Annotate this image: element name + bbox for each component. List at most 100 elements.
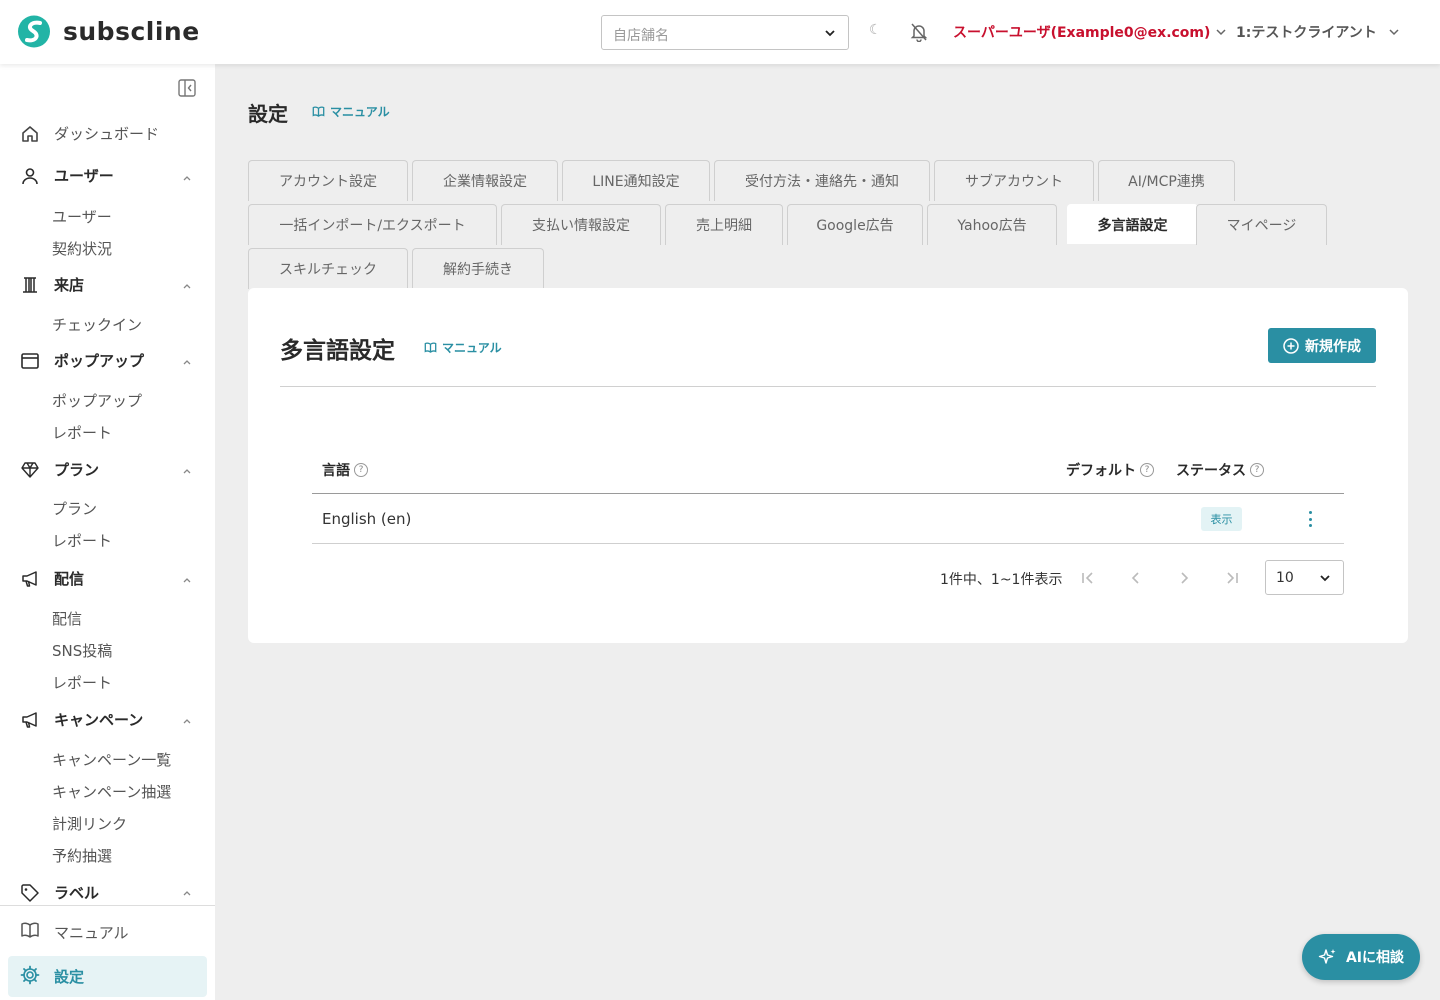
card-title: 多言語設定 xyxy=(280,338,395,364)
sidebar-group-label: 来店 xyxy=(54,276,85,294)
tab-line-notification[interactable]: LINE通知設定 xyxy=(562,160,710,201)
chevron-up-icon[interactable] xyxy=(181,172,193,184)
tab-ai-mcp[interactable]: AI/MCP連携 xyxy=(1098,160,1235,201)
tag-icon xyxy=(20,883,40,903)
sidebar-item-delivery[interactable]: 配信 xyxy=(52,608,82,629)
sidebar-group-label: ラベル xyxy=(54,884,100,902)
first-page-icon[interactable] xyxy=(1079,569,1097,587)
prev-page-icon[interactable] xyxy=(1127,569,1145,587)
moon-icon[interactable]: ☾ xyxy=(869,22,882,38)
logo-mark-icon xyxy=(18,15,50,48)
tab-cancellation[interactable]: 解約手続き xyxy=(412,248,544,289)
sidebar-item-manual[interactable]: マニュアル xyxy=(20,920,129,944)
sidebar-item-tracking-link[interactable]: 計測リンク xyxy=(52,813,127,834)
row-menu-icon[interactable] xyxy=(1303,509,1317,529)
tab-sales-details[interactable]: 売上明細 xyxy=(665,204,783,245)
sidebar-group-visit[interactable]: 来店 xyxy=(20,274,84,295)
bell-off-icon[interactable] xyxy=(909,22,929,42)
sidebar-item-users[interactable]: ユーザー xyxy=(52,206,112,227)
logo[interactable]: subscline xyxy=(16,15,200,48)
client-menu[interactable]: 1:テストクライアント xyxy=(1236,22,1399,42)
sidebar-collapse-icon[interactable] xyxy=(178,79,196,97)
column-header-label: 言語 xyxy=(322,463,350,479)
tab-google-ads[interactable]: Google広告 xyxy=(787,204,923,245)
megaphone-icon xyxy=(20,569,40,589)
page-manual-link[interactable]: マニュアル xyxy=(312,103,390,120)
sidebar-item-plan[interactable]: プラン xyxy=(52,498,97,519)
sidebar-footer: マニュアル 設定 xyxy=(0,905,215,1000)
manual-link-label: マニュアル xyxy=(442,341,502,355)
tab-bulk-import-export[interactable]: 一括インポート/エクスポート xyxy=(248,204,497,245)
column-header-status[interactable]: ステータス ? xyxy=(1176,460,1264,480)
sidebar-group-popup[interactable]: ポップアップ xyxy=(20,350,144,371)
chevron-up-icon[interactable] xyxy=(181,465,193,477)
chevron-up-icon[interactable] xyxy=(181,887,193,899)
tab-multilingual[interactable]: 多言語設定 xyxy=(1067,204,1198,244)
new-create-button[interactable]: 新規作成 xyxy=(1268,328,1376,363)
table-header-divider xyxy=(312,493,1344,494)
table-row-language[interactable]: English (en) xyxy=(322,510,411,528)
help-icon[interactable]: ? xyxy=(1250,463,1264,477)
column-header-default[interactable]: デフォルト ? xyxy=(1066,460,1154,480)
chevron-up-icon[interactable] xyxy=(181,280,193,292)
sidebar-item-sns-post[interactable]: SNS投稿 xyxy=(52,640,112,661)
window-icon xyxy=(20,351,40,371)
sidebar-group-label[interactable]: ラベル xyxy=(20,882,99,903)
sidebar-item-contract-status[interactable]: 契約状況 xyxy=(52,238,112,259)
store-select-placeholder: 自店舗名 xyxy=(613,28,669,44)
chevron-up-icon[interactable] xyxy=(181,356,193,368)
sidebar-item-checkin[interactable]: チェックイン xyxy=(52,314,142,335)
sidebar-item-settings[interactable]: 設定 xyxy=(8,956,207,997)
tab-skill-check[interactable]: スキルチェック xyxy=(248,248,408,289)
help-icon[interactable]: ? xyxy=(1140,463,1154,477)
megaphone-icon xyxy=(20,710,40,730)
sidebar-item-label: 設定 xyxy=(54,968,85,986)
multilingual-card: 多言語設定 マニュアル 新規作成 言語 ? デフォルト ? ステータス ? En… xyxy=(248,288,1408,643)
sidebar-item-delivery-report[interactable]: レポート xyxy=(52,672,112,693)
tab-company-info[interactable]: 企業情報設定 xyxy=(412,160,558,201)
last-page-icon[interactable] xyxy=(1223,569,1241,587)
sidebar-group-user[interactable]: ユーザー xyxy=(20,165,114,186)
chevron-down-icon xyxy=(1216,29,1226,36)
sidebar-group-delivery[interactable]: 配信 xyxy=(20,568,84,589)
per-page-select[interactable]: 10 xyxy=(1265,560,1344,595)
chevron-down-icon xyxy=(1320,575,1330,582)
top-header: subscline 自店舗名 ☾ スーパーユーザ(Example0@ex.com… xyxy=(0,0,1440,64)
home-icon xyxy=(20,124,40,144)
sidebar: ダッシュボード ユーザー ユーザー 契約状況 来店 チェックイン ポップアップ … xyxy=(0,64,215,1000)
client-label: 1:テストクライアント xyxy=(1236,25,1377,41)
store-select[interactable]: 自店舗名 xyxy=(601,15,849,50)
user-menu[interactable]: スーパーユーザ(Example0@ex.com) xyxy=(953,22,1226,42)
sidebar-item-label: マニュアル xyxy=(54,923,129,942)
chevron-up-icon[interactable] xyxy=(181,715,193,727)
ai-consult-button[interactable]: AIに相談 xyxy=(1302,934,1420,980)
tab-payment-info[interactable]: 支払い情報設定 xyxy=(501,204,661,245)
sidebar-item-reservation-lottery[interactable]: 予約抽選 xyxy=(52,845,112,866)
sidebar-item-campaign-lottery[interactable]: キャンペーン抽選 xyxy=(52,781,171,802)
tab-account-settings[interactable]: アカウント設定 xyxy=(248,160,408,201)
sidebar-item-campaign-list[interactable]: キャンペーン一覧 xyxy=(52,749,171,770)
sidebar-group-label: ユーザー xyxy=(54,167,114,185)
card-manual-link[interactable]: マニュアル xyxy=(424,339,502,356)
tab-yahoo-ads[interactable]: Yahoo広告 xyxy=(927,204,1057,245)
book-icon xyxy=(20,920,40,944)
help-icon[interactable]: ? xyxy=(354,463,368,477)
sidebar-item-dashboard[interactable]: ダッシュボード xyxy=(20,123,159,144)
tab-reception-contact[interactable]: 受付方法・連絡先・通知 xyxy=(714,160,930,201)
sidebar-item-popup[interactable]: ポップアップ xyxy=(52,390,142,411)
diamond-icon xyxy=(20,460,40,480)
sidebar-group-plan[interactable]: プラン xyxy=(20,459,99,480)
chevron-up-icon[interactable] xyxy=(181,574,193,586)
manual-link-label: マニュアル xyxy=(330,105,390,119)
sparkle-icon xyxy=(1318,949,1336,964)
column-header-language[interactable]: 言語 ? xyxy=(322,460,368,480)
sidebar-group-campaign[interactable]: キャンペーン xyxy=(20,709,143,730)
ai-consult-label: AIに相談 xyxy=(1345,950,1405,966)
new-create-label: 新規作成 xyxy=(1305,338,1361,355)
user-icon xyxy=(20,166,40,186)
sidebar-item-popup-report[interactable]: レポート xyxy=(52,422,112,443)
tab-sub-account[interactable]: サブアカウント xyxy=(934,160,1094,201)
next-page-icon[interactable] xyxy=(1175,569,1193,587)
tab-mypage[interactable]: マイページ xyxy=(1196,204,1327,245)
sidebar-item-plan-report[interactable]: レポート xyxy=(52,530,112,551)
